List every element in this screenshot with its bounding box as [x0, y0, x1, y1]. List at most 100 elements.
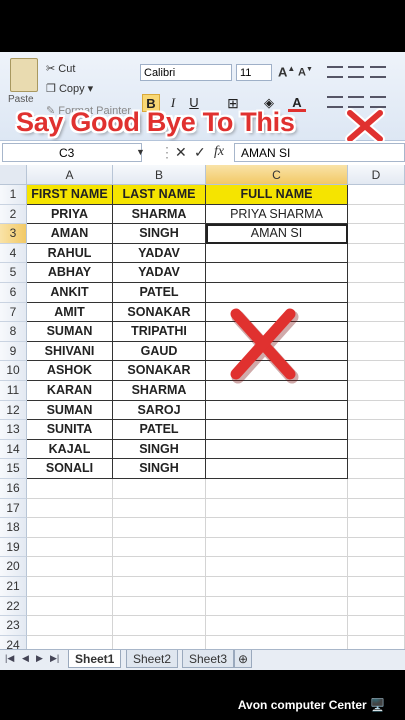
cell[interactable] — [348, 204, 405, 225]
full-name-cell[interactable] — [206, 459, 348, 479]
row-header[interactable]: 5 — [0, 263, 27, 283]
first-name-cell[interactable]: RAHUL — [27, 243, 113, 264]
cell[interactable] — [348, 557, 405, 577]
cell[interactable] — [113, 577, 206, 597]
column-header-d[interactable]: D — [348, 165, 405, 185]
formula-input[interactable]: AMAN SI — [234, 143, 405, 162]
row-header[interactable]: 15 — [0, 459, 27, 479]
row-header[interactable]: 4 — [0, 243, 27, 264]
column-header-b[interactable]: B — [113, 165, 206, 185]
column-header-a[interactable]: A — [27, 165, 113, 185]
first-name-cell[interactable]: KAJAL — [27, 439, 113, 460]
sheet-tab-sheet2[interactable]: Sheet2 — [126, 650, 179, 668]
cell[interactable] — [348, 381, 405, 401]
cell[interactable] — [206, 498, 348, 519]
row-header[interactable]: 18 — [0, 518, 27, 538]
cell[interactable] — [348, 322, 405, 342]
header-cell-full-name[interactable]: FULL NAME — [206, 185, 348, 205]
insert-sheet-icon[interactable]: ⊕ — [234, 650, 253, 668]
cell[interactable] — [348, 224, 405, 244]
row-header[interactable]: 23 — [0, 616, 27, 636]
paste-icon[interactable] — [10, 58, 38, 92]
row-header[interactable]: 9 — [0, 341, 27, 362]
cell[interactable] — [113, 479, 206, 499]
cell[interactable] — [113, 518, 206, 538]
align-left-icon[interactable] — [327, 96, 343, 108]
first-name-cell[interactable]: KARAN — [27, 381, 113, 401]
row-header[interactable]: 12 — [0, 400, 27, 421]
first-name-cell[interactable]: ABHAY — [27, 263, 113, 283]
last-name-cell[interactable]: TRIPATHI — [113, 322, 206, 342]
first-name-cell[interactable]: SUMAN — [27, 322, 113, 342]
cell[interactable] — [113, 596, 206, 617]
header-cell-last-name[interactable]: LAST NAME — [113, 185, 206, 205]
row-header[interactable]: 2 — [0, 204, 27, 225]
row-header[interactable]: 17 — [0, 498, 27, 519]
insert-function-icon[interactable]: fx — [214, 144, 224, 160]
cell[interactable] — [113, 557, 206, 577]
row-header[interactable]: 19 — [0, 537, 27, 558]
first-name-cell[interactable]: SHIVANI — [27, 341, 113, 362]
cell[interactable] — [27, 577, 113, 597]
align-center-icon[interactable] — [348, 96, 364, 108]
full-name-cell[interactable] — [206, 439, 348, 460]
cell[interactable] — [348, 302, 405, 323]
cell[interactable] — [348, 577, 405, 597]
last-name-cell[interactable]: YADAV — [113, 243, 206, 264]
font-size-select[interactable]: 11 — [236, 64, 272, 81]
last-name-cell[interactable]: SONAKAR — [113, 361, 206, 381]
cell[interactable] — [113, 616, 206, 636]
first-name-cell[interactable]: AMAN — [27, 224, 113, 244]
first-name-cell[interactable]: AMIT — [27, 302, 113, 323]
full-name-cell[interactable]: PRIYA SHARMA — [206, 204, 348, 225]
last-name-cell[interactable]: GAUD — [113, 341, 206, 362]
full-name-cell[interactable]: AMAN SI — [206, 224, 348, 244]
row-header[interactable]: 20 — [0, 557, 27, 577]
cell[interactable] — [348, 459, 405, 479]
cell[interactable] — [27, 537, 113, 558]
cell[interactable] — [348, 185, 405, 205]
row-header[interactable]: 14 — [0, 439, 27, 460]
first-name-cell[interactable]: ANKIT — [27, 283, 113, 303]
first-sheet-icon[interactable]: |◀ — [5, 653, 14, 664]
full-name-cell[interactable] — [206, 283, 348, 303]
row-header[interactable]: 8 — [0, 322, 27, 342]
name-box-dropdown-icon[interactable]: ▼ — [136, 147, 145, 157]
enter-check-icon[interactable]: ✓ — [194, 144, 206, 161]
cell[interactable] — [348, 439, 405, 460]
cell[interactable] — [206, 635, 348, 649]
prev-sheet-icon[interactable]: ◀ — [22, 653, 29, 664]
row-header[interactable]: 13 — [0, 420, 27, 440]
column-header-c[interactable]: C — [206, 165, 348, 185]
cell[interactable] — [113, 537, 206, 558]
grow-font-icon[interactable]: A▲ — [278, 64, 295, 79]
row-header[interactable]: 6 — [0, 283, 27, 303]
row-header[interactable]: 16 — [0, 479, 27, 499]
cell[interactable] — [348, 498, 405, 519]
last-name-cell[interactable]: SAROJ — [113, 400, 206, 421]
first-name-cell[interactable]: PRIYA — [27, 204, 113, 225]
cell[interactable] — [206, 577, 348, 597]
first-name-cell[interactable]: ASHOK — [27, 361, 113, 381]
align-right-icon[interactable] — [370, 96, 386, 108]
align-top-icon[interactable] — [327, 66, 343, 78]
cell[interactable] — [348, 243, 405, 264]
last-name-cell[interactable]: SINGH — [113, 439, 206, 460]
cell[interactable] — [348, 616, 405, 636]
cell[interactable] — [27, 596, 113, 617]
cell[interactable] — [348, 420, 405, 440]
align-middle-icon[interactable] — [348, 66, 364, 78]
name-box[interactable]: C3 — [2, 143, 142, 162]
row-header[interactable]: 22 — [0, 596, 27, 617]
row-header[interactable]: 7 — [0, 302, 27, 323]
full-name-cell[interactable] — [206, 263, 348, 283]
cell[interactable] — [348, 400, 405, 421]
cell[interactable] — [27, 498, 113, 519]
full-name-cell[interactable] — [206, 420, 348, 440]
cell[interactable] — [27, 479, 113, 499]
last-sheet-icon[interactable]: ▶| — [50, 653, 59, 664]
cell[interactable] — [206, 537, 348, 558]
last-name-cell[interactable]: SINGH — [113, 224, 206, 244]
cancel-icon[interactable]: ✕ — [175, 144, 187, 161]
last-name-cell[interactable]: SHARMA — [113, 381, 206, 401]
